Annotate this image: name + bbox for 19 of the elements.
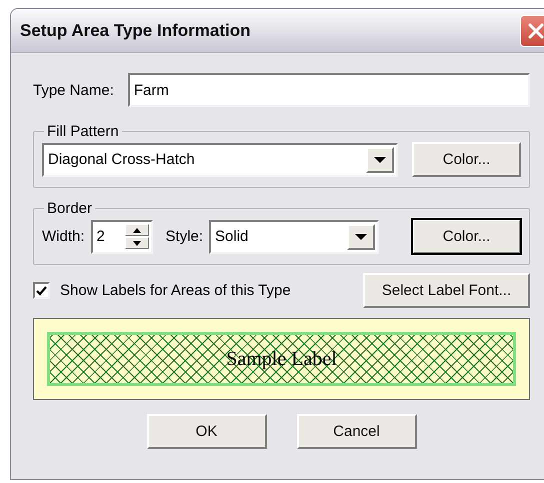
style-label: Style: [166,228,204,245]
pattern-dropdown[interactable]: Diagonal Cross-Hatch [42,142,398,176]
type-name-label: Type Name: [33,82,114,98]
width-label: Width: [42,228,85,245]
window-title: Setup Area Type Information [20,20,250,40]
width-spinner[interactable]: 2 [90,220,153,254]
type-name-field[interactable]: Farm [128,73,530,107]
color-button[interactable]: Color... [412,142,521,177]
select-font-button[interactable]: Select Label Font... [363,273,530,308]
group-label: Border [46,200,94,217]
ok-button[interactable]: OK [146,414,266,449]
close-icon [526,20,544,40]
style-dropdown[interactable]: Solid [209,220,380,254]
checkbox-label[interactable]: Show Labels for Areas of this Type [60,282,291,299]
close-button[interactable] [520,14,544,46]
color-button[interactable]: Color... [412,219,521,254]
cancel-button[interactable]: Cancel [296,414,416,449]
group-label: Fill Pattern [46,123,120,140]
show-labels-checkbox[interactable] [33,282,50,299]
